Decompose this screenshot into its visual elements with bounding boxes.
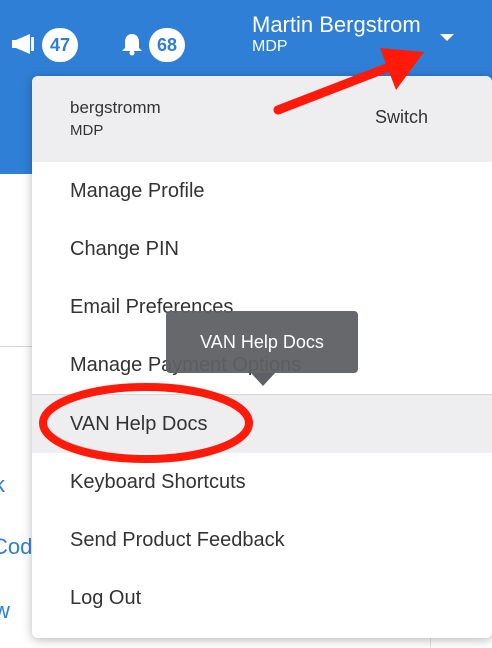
menu-item-change-pin[interactable]: Change PIN	[32, 220, 492, 278]
user-name[interactable]: Martin Bergstrom	[252, 12, 421, 38]
help-docs-tooltip: VAN Help Docs	[166, 311, 358, 373]
menu-item-log-out[interactable]: Log Out	[32, 569, 492, 627]
background-link[interactable]: w	[0, 598, 10, 624]
announcements-count-badge[interactable]: 47	[42, 28, 79, 62]
bell-icon[interactable]	[121, 32, 143, 56]
tooltip-arrow	[251, 373, 275, 386]
notifications-count-badge[interactable]: 68	[149, 28, 186, 62]
menu-item-manage-profile[interactable]: Manage Profile	[32, 162, 492, 220]
menu-item-keyboard-shortcuts[interactable]: Keyboard Shortcuts	[32, 453, 492, 511]
caret-down-icon[interactable]	[440, 34, 454, 41]
account-section: bergstromm MDP Switch	[32, 76, 492, 162]
menu-item-send-product-feedback[interactable]: Send Product Feedback	[32, 511, 492, 569]
account-username: bergstromm	[70, 98, 161, 117]
account-org: MDP	[70, 122, 104, 139]
switch-account-button[interactable]: Switch	[375, 107, 428, 128]
menu-item-van-help-docs[interactable]: VAN Help Docs	[32, 395, 492, 453]
background-link[interactable]: k	[0, 472, 5, 498]
background-link[interactable]: Cod	[0, 534, 32, 560]
section-divider	[0, 346, 34, 347]
megaphone-icon[interactable]	[12, 33, 36, 55]
user-org: MDP	[252, 38, 288, 55]
